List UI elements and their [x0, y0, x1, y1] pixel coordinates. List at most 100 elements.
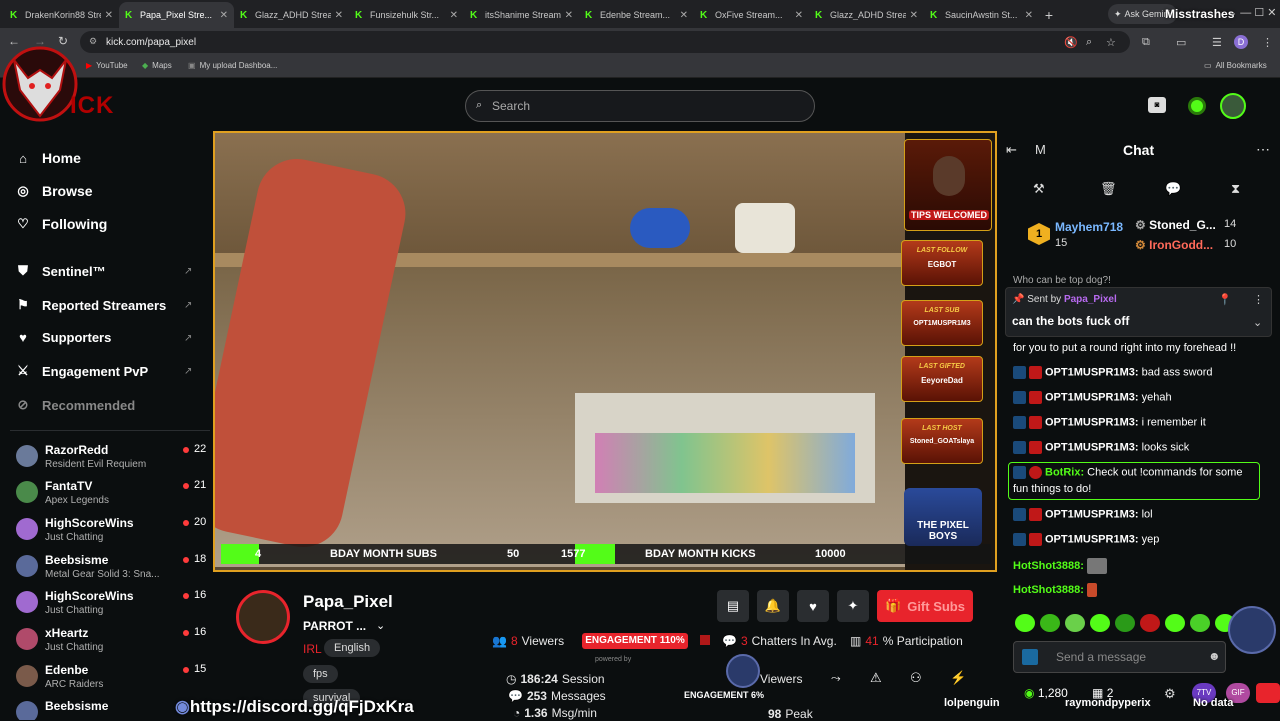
close-tab-icon[interactable]: ✕ — [795, 10, 803, 21]
video-player[interactable]: 4 BDAY MONTH SUBS 50 1577 BDAY MONTH KIC… — [213, 131, 997, 572]
kick-logo[interactable]: ICK — [70, 92, 114, 120]
emote-icon[interactable] — [1040, 614, 1060, 632]
wand-icon[interactable]: ⚡ — [950, 670, 966, 686]
site-info-icon[interactable]: ⚙ — [89, 36, 97, 47]
sidepanel-icon[interactable]: ▭ — [1176, 36, 1186, 49]
followed-channel[interactable]: xHeartz Just Chatting 16 — [16, 626, 206, 660]
browser-tab[interactable]: K OxFive Stream... ✕ — [694, 2, 809, 28]
leader-name[interactable]: Mayhem718 — [1055, 220, 1123, 234]
bookmark-star-icon[interactable]: ☆ — [1106, 36, 1116, 49]
browser-tab[interactable]: KDrakenKorin88 Stre...✕ — [4, 2, 119, 28]
bookmark-maps[interactable]: ◆ Maps — [142, 61, 172, 70]
bookmark-upload-dashboard[interactable]: ▣ My upload Dashboa... — [188, 61, 277, 70]
settings-icon[interactable]: ⚙ — [1164, 686, 1176, 702]
menu-kebab-icon[interactable]: ⋮ — [1262, 36, 1273, 49]
followed-channel[interactable]: Edenbe ARC Raiders 15 — [16, 663, 206, 697]
share-icon[interactable]: ⤳ — [831, 671, 841, 686]
close-tab-icon[interactable]: ✕ — [565, 10, 573, 21]
nav-home[interactable]: ⌂ Home — [16, 150, 81, 166]
user-avatar[interactable] — [1220, 93, 1246, 119]
hammer-icon[interactable]: ⚒ — [1033, 181, 1045, 197]
chevron-down-icon[interactable]: ⌄ — [376, 619, 385, 632]
send-button[interactable] — [1256, 683, 1280, 703]
follow-button[interactable]: ♥ — [797, 590, 829, 622]
emote-icon[interactable] — [1190, 614, 1210, 632]
emote-icon[interactable] — [1165, 614, 1185, 632]
chevron-down-icon[interactable]: ⌄ — [1253, 316, 1262, 329]
close-tab-icon[interactable]: ✕ — [680, 10, 688, 21]
emote-icon[interactable] — [1015, 614, 1035, 632]
tab-search-icon[interactable]: ☰ — [1212, 36, 1222, 49]
chat-message: OPT1MUSPR1M3: lol — [1013, 508, 1153, 521]
nav-following[interactable]: ♡ Following — [16, 216, 107, 232]
browser-tab[interactable]: K Funsizehulk Str... ✕ — [349, 2, 464, 28]
message-icon[interactable]: 💬 — [1165, 181, 1181, 197]
tag-english[interactable]: English — [324, 639, 381, 657]
emote-icon[interactable] — [1090, 614, 1110, 632]
clip-button[interactable]: ▤ — [717, 590, 749, 622]
chat-input[interactable]: Send a message ☻ — [1013, 641, 1226, 673]
new-tab-button[interactable]: + — [1039, 2, 1059, 28]
followed-channel[interactable]: Beebsisme Metal Gear Solid 3: Sna... 18 — [16, 553, 206, 587]
notify-button[interactable]: 🔔 — [757, 590, 789, 622]
emote-icon[interactable] — [1115, 614, 1135, 632]
gift-subs-button[interactable]: 🎁 Gift Subs — [877, 590, 973, 622]
kicks-balance[interactable]: ◉ 1,280 — [1024, 686, 1068, 700]
browser-tab[interactable]: K Edenbe Stream... ✕ — [579, 2, 694, 28]
tag-irl[interactable]: IRL — [303, 642, 322, 656]
browser-tab-active[interactable]: K Papa_Pixel Stre... ✕ — [119, 2, 234, 28]
close-tab-icon[interactable]: ✕ — [1025, 10, 1033, 21]
tag-fps[interactable]: fps — [303, 665, 338, 683]
close-tab-icon[interactable]: ✕ — [910, 10, 918, 21]
bookmark-youtube[interactable]: ▶ YouTube — [86, 61, 128, 70]
nav-supporters[interactable]: ♥ Supporters — [16, 330, 111, 345]
followed-channel[interactable]: HighScoreWins Just Chatting 20 — [16, 516, 206, 550]
close-tab-icon[interactable]: ✕ — [450, 10, 458, 21]
nav-sentinel[interactable]: ⛊ Sentinel™ — [16, 263, 105, 279]
search-input[interactable]: ⌕ Search — [465, 90, 815, 122]
scene-jar — [735, 203, 795, 253]
all-bookmarks[interactable]: ▭ All Bookmarks — [1204, 61, 1267, 70]
window-controls[interactable]: ⌄ — ☐ ✕ — [1228, 6, 1276, 19]
browser-tab[interactable]: KGlazz_ADHD Strea...✕ — [234, 2, 349, 28]
nav-engagement-pvp[interactable]: ⚔ Engagement PvP — [16, 363, 148, 379]
extensions-icon[interactable]: ⧉ — [1142, 36, 1150, 49]
streamer-name[interactable]: Papa_Pixel — [303, 592, 393, 612]
leader-name[interactable]: ⚙ IronGodd... — [1135, 238, 1213, 252]
unpin-icon[interactable]: 📍 — [1218, 293, 1232, 306]
close-tab-icon[interactable]: ✕ — [105, 10, 113, 21]
emoji-icon[interactable]: ☻ — [1208, 649, 1221, 663]
followed-channel[interactable]: HighScoreWins Just Chatting 16 — [16, 589, 206, 623]
leader-name[interactable]: ⚙ Stoned_G... — [1135, 218, 1216, 232]
profile-avatar[interactable]: D — [1234, 35, 1248, 49]
trash-icon[interactable]: 🗑 — [1100, 181, 1117, 197]
kick-coin-icon[interactable] — [1188, 97, 1206, 115]
close-tab-icon[interactable]: ✕ — [220, 10, 228, 21]
pinned-options-icon[interactable]: ⋮ — [1253, 293, 1264, 306]
discord-link[interactable]: ◉https://discord.gg/qFjDxKra — [175, 697, 414, 717]
user-plus-icon[interactable]: ⚇ — [910, 670, 922, 686]
url-bar[interactable]: ⚙ kick.com/papa_pixel — [80, 31, 1130, 53]
nav-browse[interactable]: ◎ Browse — [16, 183, 92, 199]
user-badge-icon — [1022, 649, 1038, 665]
collapse-chat-icon[interactable]: ⇤ — [1006, 142, 1017, 158]
followed-channel[interactable]: RazorRedd Resident Evil Requiem 22 — [16, 443, 206, 477]
sparkle-button[interactable]: ✦ — [837, 590, 869, 622]
emote-icon[interactable] — [1065, 614, 1085, 632]
chat-options-icon[interactable]: ⋯ — [1256, 141, 1270, 158]
emote-icon[interactable] — [1140, 614, 1160, 632]
followed-channel[interactable]: FantaTV Apex Legends 21 — [16, 479, 206, 513]
hourglass-icon[interactable]: ⧗ — [1231, 181, 1240, 197]
browser-tab[interactable]: KitsShanime Stream... ✕ — [464, 2, 579, 28]
notifications-icon[interactable]: ◙ — [1148, 97, 1166, 113]
streamer-avatar[interactable] — [236, 590, 290, 644]
badge-icon — [1029, 391, 1042, 404]
warning-icon[interactable]: ⚠ — [870, 670, 882, 686]
nav-recommended[interactable]: ⊘ Recommended — [16, 397, 136, 413]
mute-icon[interactable]: 🔇 — [1064, 36, 1078, 49]
close-tab-icon[interactable]: ✕ — [335, 10, 343, 21]
zoom-icon[interactable]: ⌕ — [1086, 36, 1092, 49]
browser-tab[interactable]: K SaucinAwstin St... ✕ — [924, 2, 1039, 28]
nav-reported-streamers[interactable]: ⚑ Reported Streamers — [16, 297, 166, 313]
browser-tab[interactable]: KGlazz_ADHD Strea...✕ — [809, 2, 924, 28]
